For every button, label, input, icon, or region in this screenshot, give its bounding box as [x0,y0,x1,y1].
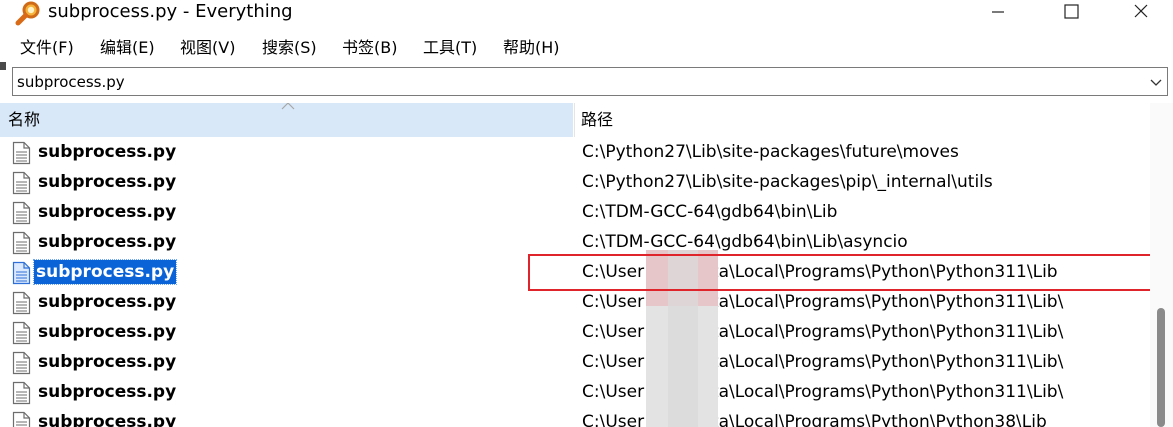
table-row[interactable]: subprocess.py C:\Python27\Lib\site-packag… [0,168,1150,198]
chevron-down-icon [1150,79,1162,86]
file-path: C:\Python27\Lib\site-packages\future\mov… [582,142,959,162]
table-row[interactable]: subprocess.py C:\User \AppData\Local\Prog… [0,318,1150,348]
file-name: subprocess.py [38,382,177,402]
window-title: subprocess.py - Everything [48,1,293,22]
file-name: subprocess.py [38,292,177,312]
annotation-highlight-box [528,254,1160,291]
search-input[interactable] [17,71,1137,92]
file-name: subprocess.py [38,172,177,192]
file-path: C:\Python27\Lib\site-packages\pip\_inter… [582,172,993,192]
table-row[interactable]: subprocess.py C:\Python27\Lib\site-packag… [0,138,1150,168]
python-file-icon [12,231,31,255]
file-name: subprocess.py [38,412,177,427]
table-row[interactable]: subprocess.py C:\User \AppData\Local\Prog… [0,288,1150,318]
menu-bookmarks[interactable]: 书签(B) [342,37,397,59]
search-box [12,67,1168,96]
python-file-icon [12,291,31,315]
python-file-icon [12,351,31,375]
column-name-label: 名称 [8,110,41,129]
table-row[interactable]: subprocess.py C:\User \AppData\Local\Prog… [0,378,1150,408]
table-row[interactable]: subprocess.py C:\TDM-GCC-64\gdb64\bin\Lib [0,198,1150,228]
menu-edit[interactable]: 编辑(E) [100,37,155,59]
python-file-icon [12,201,31,225]
maximize-button[interactable] [1048,0,1094,24]
file-name: subprocess.py [32,259,178,285]
menu-file[interactable]: 文件(F) [20,37,74,59]
scrollbar-thumb[interactable] [1157,308,1165,427]
file-name: subprocess.py [38,352,177,372]
python-file-icon [12,141,31,165]
menu-search[interactable]: 搜索(S) [262,37,317,59]
search-history-dropdown[interactable] [1149,75,1163,89]
sort-ascending-icon [281,103,295,110]
python-file-icon [12,381,31,405]
close-icon [1134,4,1148,18]
python-file-icon [12,411,31,427]
menu-bar: 文件(F) 编辑(E) 视图(V) 搜索(S) 书签(B) 工具(T) 帮助(H… [0,34,1173,62]
close-button[interactable] [1118,0,1164,24]
python-file-icon [12,171,31,195]
python-file-icon [12,321,31,345]
file-name: subprocess.py [38,322,177,342]
menu-tools[interactable]: 工具(T) [423,37,477,59]
menu-view[interactable]: 视图(V) [180,37,235,59]
vertical-scrollbar[interactable] [1150,103,1173,427]
file-path: C:\TDM-GCC-64\gdb64\bin\Lib [582,202,838,222]
file-name: subprocess.py [38,202,177,222]
minimize-icon [992,11,1004,13]
column-header-path[interactable]: 路径 [574,103,1150,137]
minimize-button[interactable] [975,0,1021,24]
title-bar: subprocess.py - Everything [0,0,1173,34]
file-name: subprocess.py [38,232,177,252]
maximize-icon [1064,4,1079,19]
magnifier-app-icon [14,0,42,26]
file-name: subprocess.py [38,142,177,162]
python-file-icon [12,261,31,285]
table-row[interactable]: subprocess.py C:\User \AppData\Local\Prog… [0,348,1150,378]
column-path-label: 路径 [581,110,614,129]
menu-help[interactable]: 帮助(H) [503,37,560,59]
column-header-name[interactable]: 名称 [0,103,573,137]
table-row[interactable]: subprocess.py C:\User \AppData\Local\Prog… [0,408,1150,427]
